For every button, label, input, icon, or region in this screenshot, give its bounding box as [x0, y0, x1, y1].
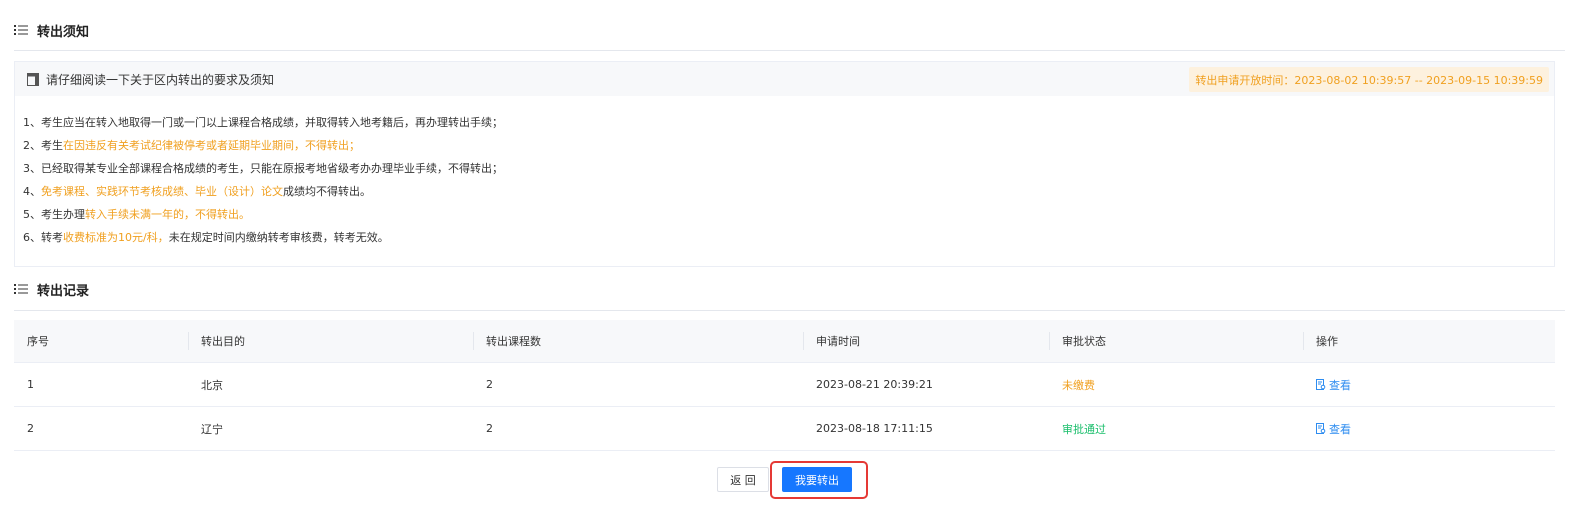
notice-section-divider [14, 50, 1565, 51]
rule-text: 4、 [23, 185, 41, 198]
list-icon [14, 284, 28, 294]
column-header-applied-at: 申请时间 [803, 320, 1049, 362]
rule-highlight-text: 在因违反有关考试纪律被停考或者延期毕业期间，不得转出； [63, 139, 360, 152]
table-header: 序号 转出目的 转出课程数 申请时间 审批状态 操作 [14, 320, 1555, 363]
rule-line: 4、免考课程、实践环节考核成绩、毕业（设计）论文成绩均不得转出。 [23, 180, 1554, 203]
rule-line: 5、考生办理转入手续未满一年的，不得转出。 [23, 203, 1554, 226]
notice-section-title: 转出须知 [37, 24, 90, 40]
notice-section-header: 转出须知 [14, 19, 1565, 41]
column-header-action: 操作 [1303, 320, 1555, 362]
rule-text: 1、考生应当在转入地取得一门或一门以上课程合格成绩，并取得转入地考籍后，再办理转… [23, 116, 503, 129]
rules-list: 1、考生应当在转入地取得一门或一门以上课程合格成绩，并取得转入地考籍后，再办理转… [15, 96, 1554, 249]
notice-box-header: 请仔细阅读一下关于区内转出的要求及须知 转出申请开放时间：2023-08-02 … [15, 62, 1554, 96]
rule-text: 成绩均不得转出。 [283, 185, 371, 198]
cell-action: 查看 [1303, 363, 1555, 406]
records-section-divider [14, 310, 1565, 311]
cell-destination: 北京 [201, 378, 223, 392]
transfer-out-button[interactable]: 我要转出 [782, 467, 852, 492]
table-row: 1 北京 2 2023-08-21 20:39:21 未缴费 查看 [14, 363, 1555, 407]
rule-highlight-text: 转入手续未满一年的，不得转出。 [85, 208, 250, 221]
view-document-icon [1316, 423, 1326, 434]
records-table: 序号 转出目的 转出课程数 申请时间 审批状态 操作 1 北京 2 2023-0… [14, 320, 1555, 451]
list-icon [14, 25, 28, 35]
column-header-status: 审批状态 [1049, 320, 1303, 362]
view-link-label: 查看 [1329, 422, 1351, 436]
back-button[interactable]: 返 回 [717, 467, 769, 492]
view-link-label: 查看 [1329, 378, 1351, 392]
rule-highlight-text: 收费标准为10元/科， [63, 231, 169, 244]
cell-action: 查看 [1303, 407, 1555, 450]
rule-highlight-text: 免考课程、实践环节考核成绩、毕业（设计）论文 [41, 185, 283, 198]
rule-text: 3、已经取得某专业全部课程合格成绩的考生，只能在原报考地省级考办办理毕业手续，不… [23, 162, 503, 175]
cell-course-count: 2 [486, 422, 493, 435]
rule-text: 未在规定时间内缴纳转考审核费，转考无效。 [168, 231, 389, 244]
notice-box: 请仔细阅读一下关于区内转出的要求及须知 转出申请开放时间：2023-08-02 … [14, 61, 1555, 267]
rule-line: 2、考生在因违反有关考试纪律被停考或者延期毕业期间，不得转出； [23, 134, 1554, 157]
column-header-course-count: 转出课程数 [473, 320, 803, 362]
rule-line: 3、已经取得某专业全部课程合格成绩的考生，只能在原报考地省级考办办理毕业手续，不… [23, 157, 1554, 180]
notice-subtitle: 请仔细阅读一下关于区内转出的要求及须知 [46, 72, 275, 87]
view-link[interactable]: 查看 [1316, 421, 1351, 437]
records-section-title: 转出记录 [37, 283, 90, 299]
status-badge: 未缴费 [1062, 378, 1095, 392]
cell-course-count: 2 [486, 378, 493, 391]
document-icon [27, 72, 39, 86]
rule-text: 6、转考 [23, 231, 63, 244]
column-header-no: 序号 [27, 335, 49, 348]
rule-text: 5、考生办理 [23, 208, 85, 221]
rule-line: 6、转考收费标准为10元/科，未在规定时间内缴纳转考审核费，转考无效。 [23, 226, 1554, 249]
view-link[interactable]: 查看 [1316, 377, 1351, 393]
cell-destination: 辽宁 [201, 422, 223, 436]
open-time-badge: 转出申请开放时间：2023-08-02 10:39:57 -- 2023-09-… [1189, 67, 1549, 92]
table-row: 2 辽宁 2 2023-08-18 17:11:15 审批通过 查看 [14, 407, 1555, 451]
cell-applied-at: 2023-08-18 17:11:15 [816, 422, 933, 435]
status-badge: 审批通过 [1062, 422, 1106, 436]
column-header-destination: 转出目的 [188, 320, 473, 362]
cell-no: 1 [27, 378, 34, 391]
records-section-header: 转出记录 [14, 278, 1565, 300]
view-document-icon [1316, 379, 1326, 390]
cell-no: 2 [27, 422, 34, 435]
cell-applied-at: 2023-08-21 20:39:21 [816, 378, 933, 391]
rule-line: 1、考生应当在转入地取得一门或一门以上课程合格成绩，并取得转入地考籍后，再办理转… [23, 111, 1554, 134]
rule-text: 2、考生 [23, 139, 63, 152]
